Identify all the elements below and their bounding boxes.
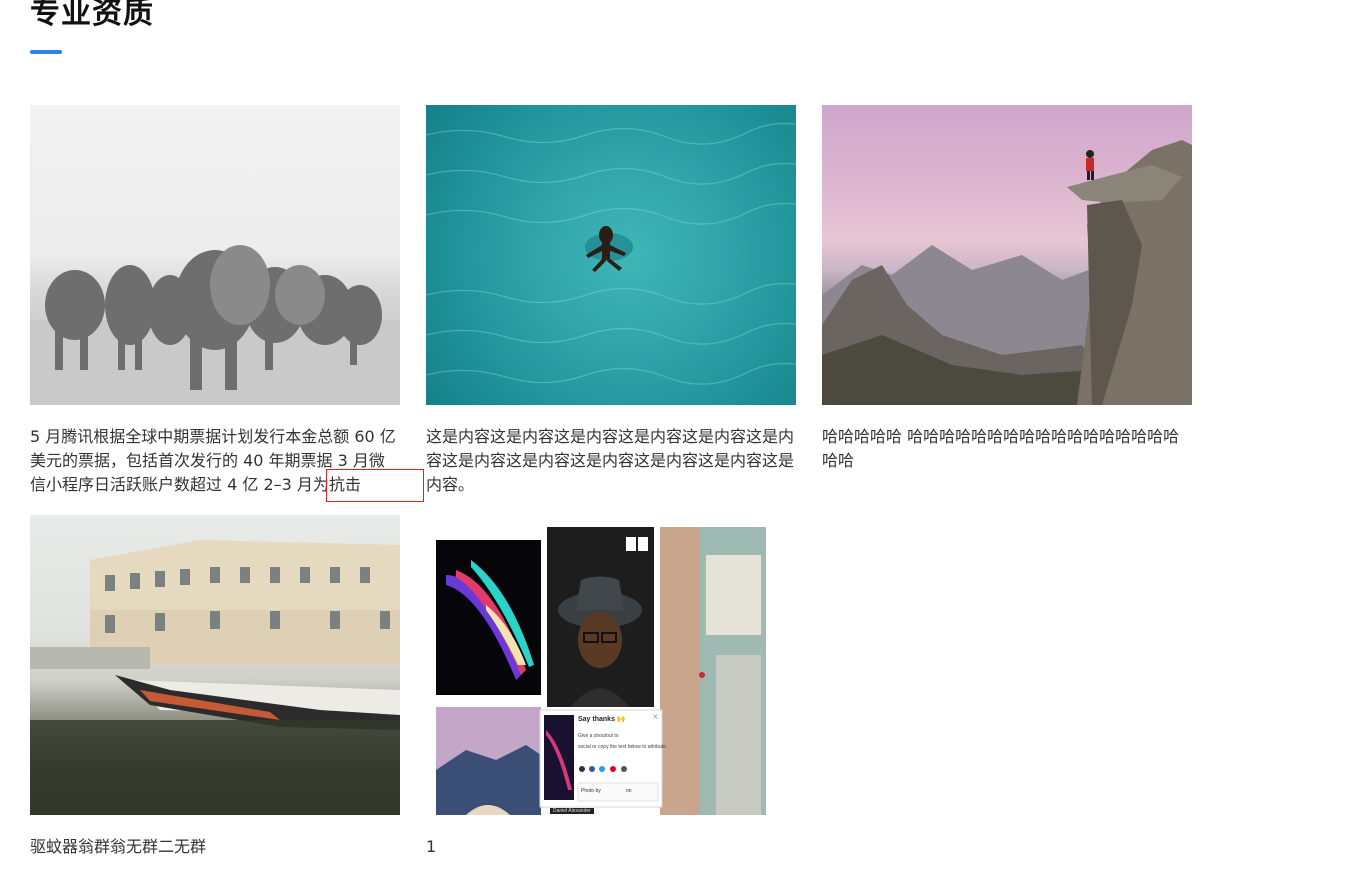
card-boat[interactable]: 驱蚊器翁群翁无群二无群 — [30, 515, 400, 859]
card-elephants[interactable]: 5 月腾讯根据全球中期票据计划发行本金总额 60 亿美元的票据，包括首次发行的 … — [30, 105, 400, 497]
collage-popup-title: Say thanks 🙌 — [578, 716, 626, 723]
elephants-illustration — [30, 245, 400, 405]
collage-popup-line2: social or copy the text below to attribu… — [578, 744, 668, 750]
card-text-elephants: 5 月腾讯根据全球中期票据计划发行本金总额 60 亿美元的票据，包括首次发行的 … — [30, 427, 396, 494]
card-image-elephants[interactable] — [30, 105, 400, 405]
card-text-collage: 1 — [426, 837, 437, 856]
mountain-illustration — [822, 140, 1192, 405]
page-title: 专业资质 — [30, 0, 154, 31]
collage-popup-on: on — [626, 788, 632, 794]
card-image-pool[interactable] — [426, 105, 796, 405]
collage-popup-photo-by: Photo by — [581, 788, 601, 794]
collage-popup-line1: Give a shoutout to — [578, 733, 619, 739]
card-collage[interactable]: Say thanks 🙌 Give a shoutout to social o… — [426, 515, 796, 859]
card-text-boat: 驱蚊器翁群翁无群二无群 — [30, 837, 207, 856]
card-text-pool: 这是内容这是内容这是内容这是内容这是内容这是内容这是内容这是内容这是内容这是内容… — [426, 427, 795, 494]
card-pool[interactable]: 这是内容这是内容这是内容这是内容这是内容这是内容这是内容这是内容这是内容这是内容… — [426, 105, 796, 497]
card-image-collage[interactable]: Say thanks 🙌 Give a shoutout to social o… — [426, 515, 796, 815]
card-text-mountain: 哈哈哈哈哈 哈哈哈哈哈哈哈哈哈哈哈哈哈哈哈哈哈哈哈 — [822, 427, 1180, 470]
pool-illustration — [426, 122, 796, 385]
title-underline — [30, 50, 62, 54]
collage-illustration — [436, 527, 766, 815]
card-image-boat[interactable] — [30, 515, 400, 815]
card-mountain[interactable]: 哈哈哈哈哈 哈哈哈哈哈哈哈哈哈哈哈哈哈哈哈哈哈哈哈 — [822, 105, 1192, 473]
boat-illustration — [30, 540, 400, 815]
collage-close-icon[interactable]: × — [652, 712, 659, 721]
collage-caption: Daniel Alexander — [550, 808, 594, 814]
card-image-mountain[interactable] — [822, 105, 1192, 405]
